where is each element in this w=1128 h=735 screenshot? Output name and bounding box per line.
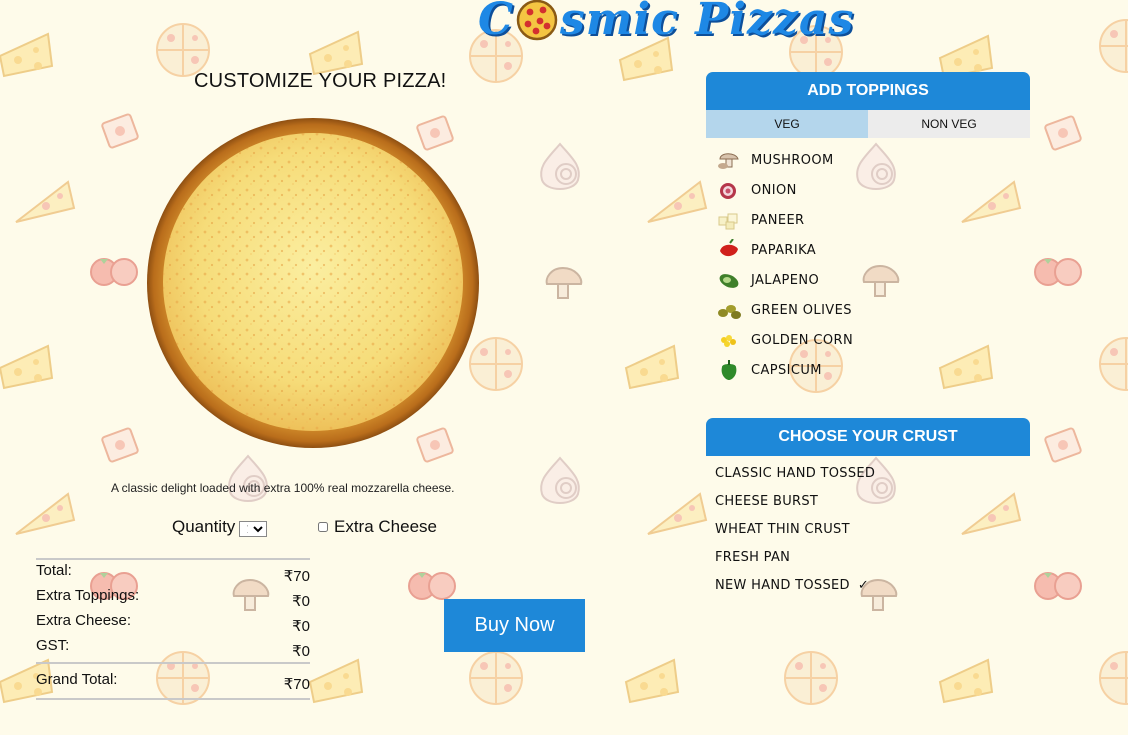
topping-paneer[interactable]: PANEER <box>716 205 1030 235</box>
summary-row-grand-total: Grand Total: ₹70 <box>36 664 310 698</box>
crust-option-classic-hand-tossed[interactable]: CLASSIC HAND TOSSED <box>715 460 1030 488</box>
crust-label: NEW HAND TOSSED <box>715 578 850 593</box>
paprika-icon <box>720 239 738 257</box>
price-summary: Total: ₹70 Extra Toppings: ₹0 Extra Chee… <box>36 558 310 700</box>
logo-letter-c: C <box>478 0 515 45</box>
topping-green-olives[interactable]: GREEN OLIVES <box>716 295 1030 325</box>
topping-paparika[interactable]: PAPARIKA <box>716 235 1030 265</box>
topping-onion[interactable]: ONION <box>716 175 1030 205</box>
extra-cheese-checkbox[interactable] <box>318 522 328 532</box>
extra-cheese-label: Extra Cheese <box>334 517 437 536</box>
quantity-label: Quantity <box>172 517 236 536</box>
quantity-control: Quantity 1 <box>172 517 268 537</box>
toppings-panel: ADD TOPPINGS VEG NON VEG MUSHROOM ONION <box>706 72 1030 385</box>
crust-option-fresh-pan[interactable]: FRESH PAN <box>715 544 1030 572</box>
summary-value: ₹0 <box>292 592 310 610</box>
summary-value: ₹0 <box>292 617 310 635</box>
brand-logo[interactable]: C smic Pizzas <box>478 0 854 45</box>
crust-title: CHOOSE YOUR CRUST <box>706 418 1030 456</box>
logo-text: smic Pizzas <box>560 0 855 45</box>
summary-value: ₹0 <box>292 642 310 660</box>
topping-label: PANEER <box>751 212 805 228</box>
summary-row-total: Total: ₹70 <box>36 560 310 585</box>
extra-cheese-control[interactable]: Extra Cheese <box>318 517 437 537</box>
corn-icon <box>721 335 736 347</box>
toppings-title: ADD TOPPINGS <box>706 72 1030 110</box>
summary-label: Extra Toppings: <box>36 587 140 604</box>
page-title: CUSTOMIZE YOUR PIZZA! <box>194 70 447 92</box>
olives-icon <box>718 305 741 319</box>
grand-total-label: Grand Total: <box>36 670 118 688</box>
crust-list: CLASSIC HAND TOSSED CHEESE BURST WHEAT T… <box>706 456 1030 600</box>
summary-row-extra-toppings: Extra Toppings: ₹0 <box>36 585 310 610</box>
pizza-preview <box>146 116 480 450</box>
topping-label: JALAPENO <box>751 272 820 288</box>
crust-option-wheat-thin-crust[interactable]: WHEAT THIN CRUST <box>715 516 1030 544</box>
topping-label: GREEN OLIVES <box>751 302 852 318</box>
tab-veg[interactable]: VEG <box>706 110 868 138</box>
summary-label: Extra Cheese: <box>36 612 132 629</box>
onion-icon <box>720 183 736 199</box>
pizza-logo-icon <box>516 0 558 40</box>
capsicum-icon <box>721 360 737 380</box>
paneer-icon <box>718 213 738 230</box>
topping-mushroom[interactable]: MUSHROOM <box>716 145 1030 175</box>
buy-now-button[interactable]: Buy Now <box>444 599 585 652</box>
summary-label: GST: <box>36 637 70 654</box>
topping-golden-corn[interactable]: GOLDEN CORN <box>716 325 1030 355</box>
jalapeno-icon <box>719 274 739 288</box>
summary-row-gst: GST: ₹0 <box>36 635 310 660</box>
toppings-list: MUSHROOM ONION PANEER PAPARIKA JALAPENO … <box>706 138 1030 385</box>
crust-option-cheese-burst[interactable]: CHEESE BURST <box>715 488 1030 516</box>
pizza-image <box>147 118 479 448</box>
crust-panel: CHOOSE YOUR CRUST CLASSIC HAND TOSSED CH… <box>706 418 1030 600</box>
summary-value: ₹70 <box>283 567 310 585</box>
quantity-select[interactable]: 1 <box>239 521 268 537</box>
tab-non-veg[interactable]: NON VEG <box>868 110 1030 138</box>
mushroom-icon <box>718 153 739 169</box>
topping-capsicum[interactable]: CAPSICUM <box>716 355 1030 385</box>
grand-total-value: ₹70 <box>283 676 310 693</box>
topping-label: GOLDEN CORN <box>751 332 854 348</box>
crust-option-new-hand-tossed[interactable]: NEW HAND TOSSED ✓ <box>715 572 1030 600</box>
topping-label: MUSHROOM <box>751 152 834 168</box>
toppings-tabs: VEG NON VEG <box>706 110 1030 138</box>
summary-row-extra-cheese: Extra Cheese: ₹0 <box>36 610 310 635</box>
summary-label: Total: <box>36 562 72 579</box>
topping-jalapeno[interactable]: JALAPENO <box>716 265 1030 295</box>
topping-label: PAPARIKA <box>751 242 817 258</box>
topping-label: CAPSICUM <box>751 362 822 378</box>
pizza-description: A classic delight loaded with extra 100%… <box>111 481 455 495</box>
check-icon: ✓ <box>857 578 870 593</box>
topping-label: ONION <box>751 182 797 198</box>
